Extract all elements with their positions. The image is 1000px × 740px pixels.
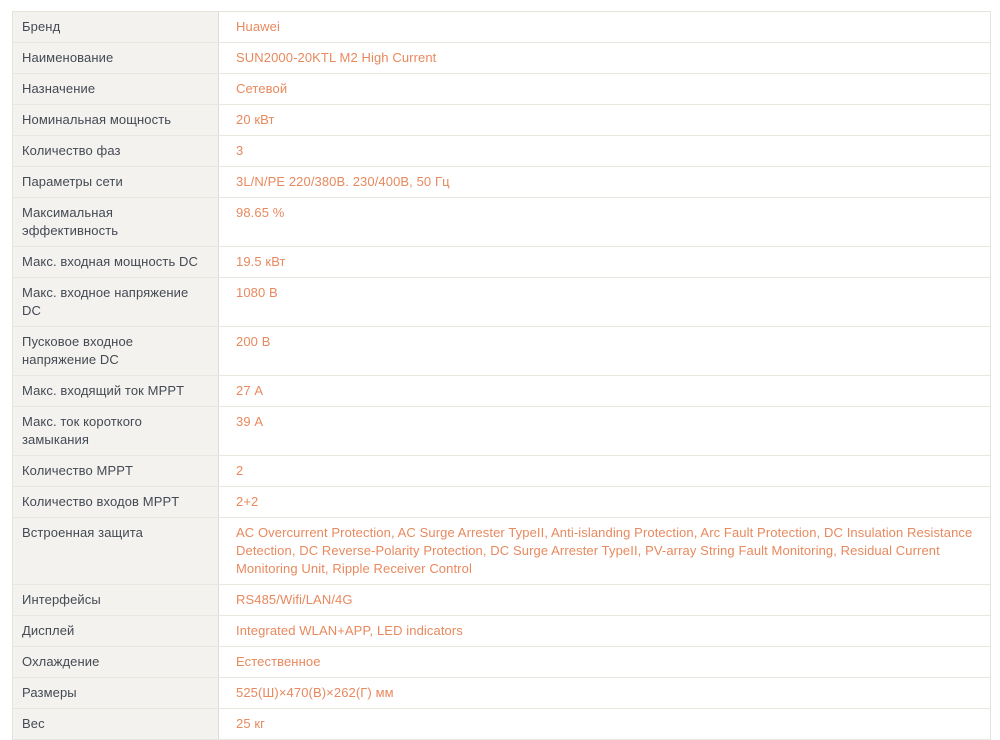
spec-value: 25 кг [219,709,990,739]
spec-value: 2+2 [219,487,990,517]
spec-label: Макс. входная мощность DC [13,247,219,277]
spec-value: 2 [219,456,990,486]
spec-value: 525(Ш)×470(В)×262(Г) мм [219,678,990,708]
table-row: Дисплей Integrated WLAN+APP, LED indicat… [13,616,990,647]
spec-value: 27 А [219,376,990,406]
spec-value: 20 кВт [219,105,990,135]
spec-value: Huawei [219,12,990,42]
table-row: Количество MPPT 2 [13,456,990,487]
table-row: Номинальная мощность 20 кВт [13,105,990,136]
spec-label: Встроенная защита [13,518,219,584]
table-row: Встроенная защита AC Overcurrent Protect… [13,518,990,585]
spec-label: Вес [13,709,219,739]
table-row: Наименование SUN2000-20KTL M2 High Curre… [13,43,990,74]
specs-table: Бренд Huawei Наименование SUN2000-20KTL … [12,11,991,740]
spec-label: Бренд [13,12,219,42]
spec-value: 39 А [219,407,990,455]
table-row: Максимальная эффективность 98.65 % [13,198,990,247]
spec-label: Размеры [13,678,219,708]
spec-label: Количество фаз [13,136,219,166]
spec-value: 200 В [219,327,990,375]
table-row: Количество фаз 3 [13,136,990,167]
spec-label: Наименование [13,43,219,73]
table-row: Параметры сети 3L/N/PE 220/380В. 230/400… [13,167,990,198]
spec-value: 1080 В [219,278,990,326]
spec-value: SUN2000-20KTL M2 High Current [219,43,990,73]
table-row: Макс. ток короткого замыкания 39 А [13,407,990,456]
spec-label: Пусковое входное напряжение DC [13,327,219,375]
spec-value: 98.65 % [219,198,990,246]
spec-label: Макс. входное напряжение DC [13,278,219,326]
spec-label: Максимальная эффективность [13,198,219,246]
spec-label: Макс. ток короткого замыкания [13,407,219,455]
spec-label: Номинальная мощность [13,105,219,135]
table-row: Назначение Сетевой [13,74,990,105]
spec-value: Integrated WLAN+APP, LED indicators [219,616,990,646]
spec-label: Интерфейсы [13,585,219,615]
spec-label: Охлаждение [13,647,219,677]
table-row: Интерфейсы RS485/Wifi/LAN/4G [13,585,990,616]
spec-value: AC Overcurrent Protection, AC Surge Arre… [219,518,990,584]
spec-label: Дисплей [13,616,219,646]
table-row: Количество входов MPPT 2+2 [13,487,990,518]
spec-value: 3 [219,136,990,166]
spec-label: Параметры сети [13,167,219,197]
table-row: Макс. входящий ток MPPT 27 А [13,376,990,407]
table-row: Макс. входная мощность DC 19.5 кВт [13,247,990,278]
spec-label: Количество MPPT [13,456,219,486]
spec-value: Сетевой [219,74,990,104]
spec-value: Естественное [219,647,990,677]
table-row: Бренд Huawei [13,12,990,43]
spec-value: 19.5 кВт [219,247,990,277]
spec-label: Количество входов MPPT [13,487,219,517]
table-row: Охлаждение Естественное [13,647,990,678]
table-row: Вес 25 кг [13,709,990,740]
table-row: Макс. входное напряжение DC 1080 В [13,278,990,327]
spec-label: Назначение [13,74,219,104]
spec-value: RS485/Wifi/LAN/4G [219,585,990,615]
table-row: Размеры 525(Ш)×470(В)×262(Г) мм [13,678,990,709]
spec-label: Макс. входящий ток MPPT [13,376,219,406]
table-row: Пусковое входное напряжение DC 200 В [13,327,990,376]
spec-value: 3L/N/PE 220/380В. 230/400В, 50 Гц [219,167,990,197]
